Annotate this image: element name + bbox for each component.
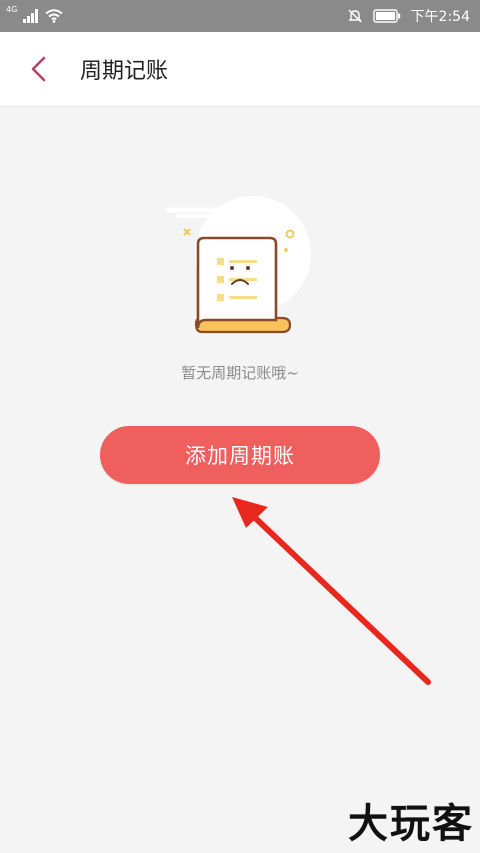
header: 周期记账 — [0, 32, 480, 107]
add-recurring-entry-button[interactable]: 添加周期账 — [100, 426, 380, 484]
cellular-signal-icon — [23, 9, 39, 23]
watermark-logo: 大玩客 — [348, 801, 474, 847]
empty-ledger-illustration — [165, 196, 311, 334]
page-title: 周期记账 — [80, 59, 169, 84]
bell-muted-icon — [347, 9, 362, 23]
network-type-label: 4G — [6, 5, 18, 14]
back-button[interactable] — [14, 45, 62, 93]
status-right: 下午2:54 — [347, 6, 470, 26]
empty-state-message: 暂无周期记账哦~ — [181, 364, 299, 382]
battery-icon — [372, 9, 400, 23]
status-bar: 4G 下午2:54 — [0, 0, 480, 32]
status-left: 4G — [6, 5, 63, 23]
chevron-left-icon — [31, 56, 46, 82]
status-time: 下午2:54 — [410, 9, 470, 25]
wifi-icon — [45, 9, 63, 23]
